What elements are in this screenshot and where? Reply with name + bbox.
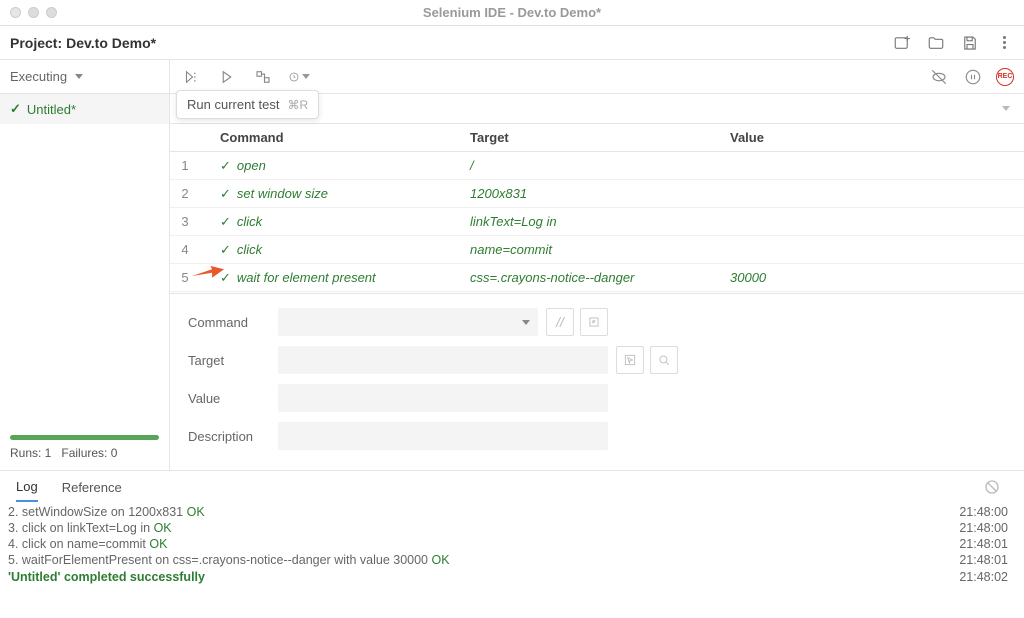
progress-bar — [10, 435, 159, 440]
tab-log[interactable]: Log — [16, 475, 38, 502]
editor-value-label: Value — [188, 391, 278, 406]
run-toolbar: REC Run current test ⌘R — [170, 60, 1024, 94]
editor-target-label: Target — [188, 353, 278, 368]
log-time: 21:48:01 — [959, 537, 1008, 551]
tooltip-shortcut: ⌘R — [288, 98, 309, 112]
editor-description-input[interactable] — [278, 422, 608, 450]
chevron-down-icon — [522, 320, 530, 325]
col-header-target: Target — [470, 130, 730, 145]
editor-value-input[interactable] — [278, 384, 608, 412]
open-folder-icon[interactable] — [926, 33, 946, 53]
chevron-down-icon — [1002, 106, 1010, 111]
clear-log-icon[interactable] — [984, 479, 1000, 498]
log-line: 2. setWindowSize on 1200x831 OK 21:48:00 — [8, 504, 1008, 520]
log-line: 5. waitForElementPresent on css=.crayons… — [8, 552, 1008, 568]
check-icon: ✓ — [220, 186, 231, 202]
log-time: 21:48:00 — [959, 521, 1008, 535]
commands-table: Command Target Value 1 ✓open / 2 ✓set wi… — [170, 124, 1024, 293]
tooltip: Run current test ⌘R — [176, 90, 319, 119]
failures-count: Failures: 0 — [61, 446, 117, 460]
log-time: 21:48:02 — [959, 570, 1008, 584]
tooltip-text: Run current test — [187, 97, 280, 112]
command-row[interactable]: 1 ✓open / — [170, 152, 1024, 180]
check-icon: ✓ — [10, 101, 21, 117]
titlebar: Selenium IDE - Dev.to Demo* — [0, 0, 1024, 26]
editor-target-input[interactable] — [278, 346, 608, 374]
command-editor: Command // Target — [170, 293, 1024, 470]
step-over-button[interactable] — [252, 66, 274, 88]
runs-summary: Runs: 1 Failures: 0 — [0, 446, 169, 470]
log-line: 4. click on name=commit OK 21:48:01 — [8, 536, 1008, 552]
save-icon[interactable] — [960, 33, 980, 53]
editor-description-label: Description — [188, 429, 278, 444]
more-menu-icon[interactable] — [994, 33, 1014, 53]
open-docs-button[interactable] — [580, 308, 608, 336]
tests-dropdown[interactable]: Executing — [0, 60, 169, 94]
check-icon: ✓ — [220, 242, 231, 258]
speed-dropdown[interactable] — [288, 66, 310, 88]
col-header-value: Value — [730, 130, 1024, 145]
annotation-arrow-icon — [190, 262, 224, 280]
check-icon: ✓ — [220, 158, 231, 174]
log-panel: 2. setWindowSize on 1200x831 OK 21:48:00… — [0, 502, 1024, 590]
select-target-button[interactable] — [616, 346, 644, 374]
tests-sidebar: Executing ✓ Untitled* Runs: 1 Failures: … — [0, 60, 170, 470]
check-icon: ✓ — [220, 214, 231, 230]
command-row[interactable]: 3 ✓click linkText=Log in — [170, 208, 1024, 236]
editor-command-label: Command — [188, 315, 278, 330]
run-current-test-button[interactable] — [216, 66, 238, 88]
new-project-icon[interactable] — [892, 33, 912, 53]
toggle-enable-button[interactable]: // — [546, 308, 574, 336]
chevron-down-icon — [75, 74, 83, 79]
col-header-command: Command — [200, 130, 470, 145]
find-target-button[interactable] — [650, 346, 678, 374]
command-row[interactable]: 4 ✓click name=commit — [170, 236, 1024, 264]
pause-button[interactable] — [962, 66, 984, 88]
log-line: 3. click on linkText=Log in OK 21:48:00 — [8, 520, 1008, 536]
log-success-line: 'Untitled' completed successfully 21:48:… — [8, 568, 1008, 584]
tab-reference[interactable]: Reference — [62, 476, 122, 501]
runs-count: Runs: 1 — [10, 446, 51, 460]
command-row[interactable]: 2 ✓set window size 1200x831 — [170, 180, 1024, 208]
test-name: Untitled* — [27, 102, 76, 117]
log-tabs: Log Reference — [0, 470, 1024, 502]
disable-breakpoints-button[interactable] — [928, 66, 950, 88]
log-time: 21:48:00 — [959, 505, 1008, 519]
project-label: Project: — [10, 35, 62, 51]
test-list-item[interactable]: ✓ Untitled* — [0, 94, 169, 124]
project-name: Dev.to Demo* — [66, 35, 156, 51]
command-row[interactable]: 5 ✓wait for element present css=.crayons… — [170, 264, 1024, 292]
editor-command-input[interactable] — [278, 308, 538, 336]
window-title: Selenium IDE - Dev.to Demo* — [0, 5, 1024, 20]
run-all-tests-button[interactable] — [180, 66, 202, 88]
project-bar: Project: Dev.to Demo* — [0, 26, 1024, 60]
record-button[interactable]: REC — [996, 68, 1014, 86]
log-time: 21:48:01 — [959, 553, 1008, 567]
tests-dropdown-label: Executing — [10, 69, 67, 84]
